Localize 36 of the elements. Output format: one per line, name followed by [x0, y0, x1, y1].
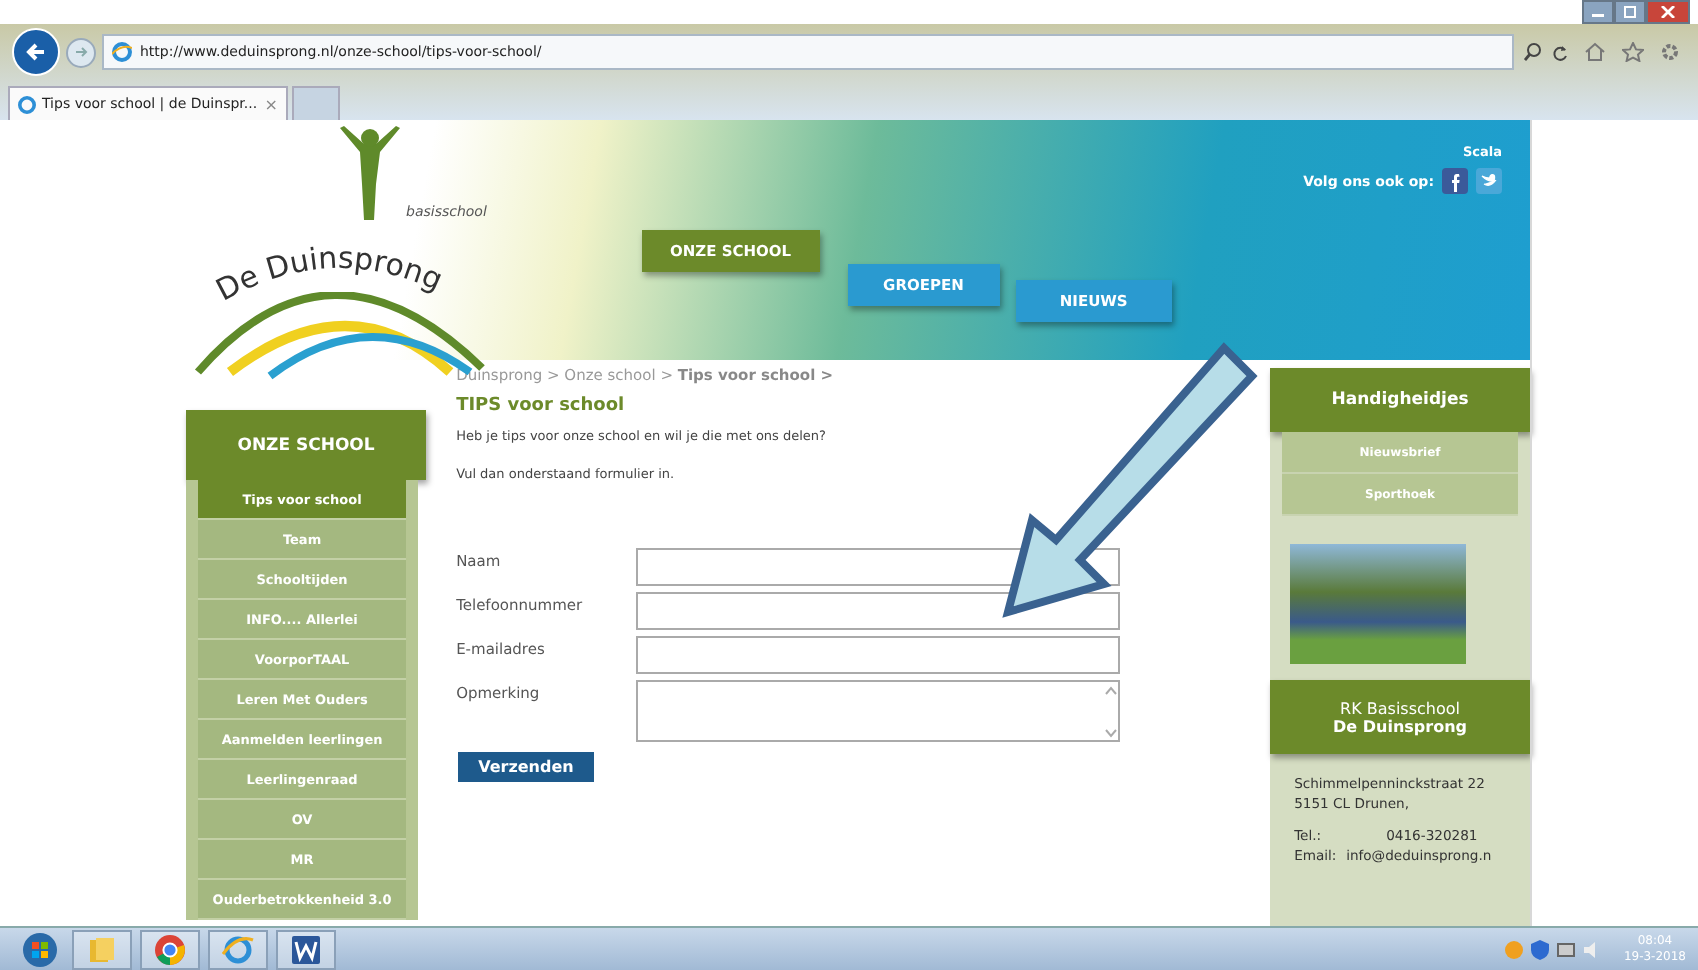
logo-name: De Duinsprong	[210, 239, 449, 309]
facebook-icon[interactable]	[1442, 168, 1468, 194]
back-button[interactable]	[12, 28, 60, 76]
chrome-icon[interactable]	[140, 930, 200, 970]
input-field[interactable]	[636, 592, 1121, 630]
contact-title: RK Basisschool	[1340, 699, 1460, 717]
jumping-person-icon	[336, 124, 404, 224]
submit-button[interactable]: Verzenden	[458, 752, 594, 782]
settings-icon[interactable]	[1660, 42, 1680, 62]
maximize-icon	[1622, 6, 1638, 18]
forward-button[interactable]	[66, 37, 96, 67]
site-icon	[112, 42, 132, 62]
back-arrow-icon	[24, 40, 48, 64]
maximize-button[interactable]	[1614, 0, 1646, 24]
site-icon	[18, 95, 36, 113]
minimize-button[interactable]	[1582, 0, 1614, 24]
shield-icon	[1529, 940, 1550, 960]
home-icon[interactable]	[1584, 42, 1606, 62]
sidebar-header: Handigheidjes	[1270, 368, 1530, 432]
input-field[interactable]	[636, 636, 1121, 674]
sidebar-header: ONZE SCHOOL	[186, 410, 427, 480]
tab-close-button[interactable]: ×	[264, 95, 278, 113]
scroll-arrows-icon	[1104, 683, 1119, 739]
folder-icon[interactable]	[72, 930, 132, 970]
twitter-icon[interactable]	[1476, 168, 1502, 194]
forward-arrow-icon	[73, 44, 89, 60]
close-button[interactable]	[1646, 0, 1690, 24]
close-icon	[1660, 6, 1676, 18]
search-icon[interactable]	[1524, 42, 1542, 62]
page-title: TIPS voor school	[456, 396, 627, 416]
star-icon[interactable]	[1622, 42, 1644, 62]
school-name: De Duinsprong	[1333, 717, 1468, 735]
word-icon[interactable]	[276, 930, 336, 970]
refresh-icon[interactable]	[1552, 43, 1568, 61]
network-icon	[1555, 940, 1576, 960]
textarea-field[interactable]	[636, 680, 1121, 742]
